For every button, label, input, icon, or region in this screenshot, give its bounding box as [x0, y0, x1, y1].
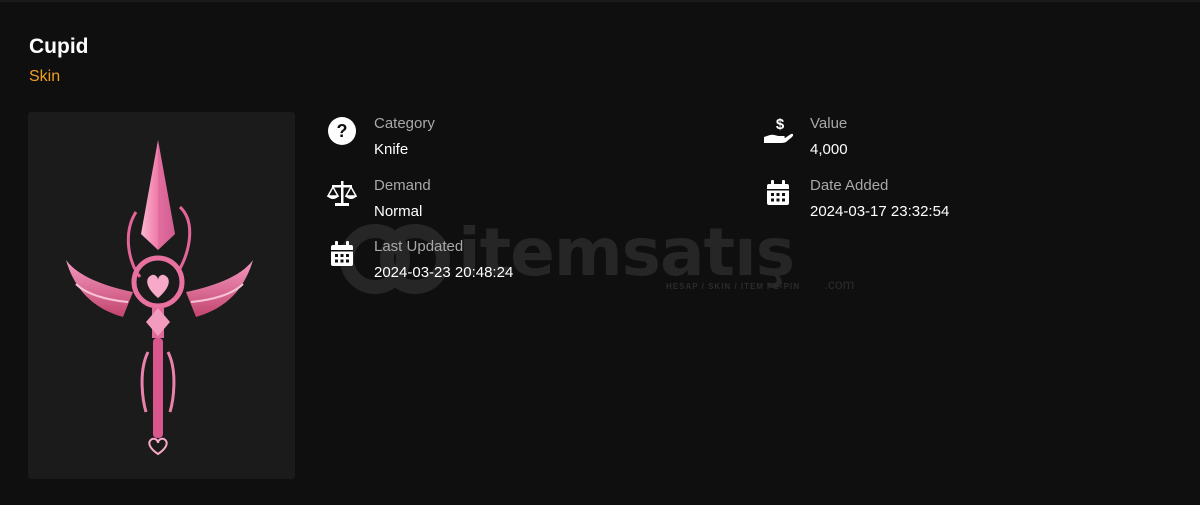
detail-demand: Demand Normal: [326, 177, 686, 225]
date-added-value: 2024-03-17 23:32:54: [810, 203, 950, 220]
detail-value: $ Value 4,000: [762, 115, 1122, 163]
calendar-icon: [331, 241, 353, 266]
item-title: Cupid: [29, 35, 89, 58]
detail-last-updated: Last Updated 2024-03-23 20:48:24: [326, 238, 686, 286]
value-label: Value: [810, 115, 848, 132]
last-updated-label: Last Updated: [374, 238, 464, 255]
item-card: Cupid Skin itemsatış HESAP / SKIN / ITEM…: [0, 0, 1200, 505]
cupid-knife-image: [66, 140, 253, 456]
detail-date-added: Date Added 2024-03-17 23:32:54: [762, 177, 1122, 225]
question-circle-icon: ?: [328, 117, 356, 145]
calendar-icon: [767, 180, 789, 205]
category-value: Knife: [374, 141, 409, 158]
scale-icon: [326, 181, 358, 206]
item-type: Skin: [29, 68, 61, 85]
value-value: 4,000: [810, 141, 848, 158]
detail-category: ? Category Knife: [326, 115, 686, 163]
category-label: Category: [374, 115, 435, 132]
hand-dollar-icon: $: [764, 116, 794, 143]
svg-text:?: ?: [337, 121, 348, 141]
watermark-domain: .com: [824, 276, 855, 292]
item-image: [28, 112, 295, 479]
last-updated-value: 2024-03-23 20:48:24: [374, 264, 514, 281]
watermark-tagline: HESAP / SKIN / ITEM / E-PIN: [666, 282, 800, 291]
demand-label: Demand: [374, 177, 431, 194]
demand-value: Normal: [374, 203, 423, 220]
svg-text:$: $: [776, 116, 785, 133]
date-added-label: Date Added: [810, 177, 889, 194]
